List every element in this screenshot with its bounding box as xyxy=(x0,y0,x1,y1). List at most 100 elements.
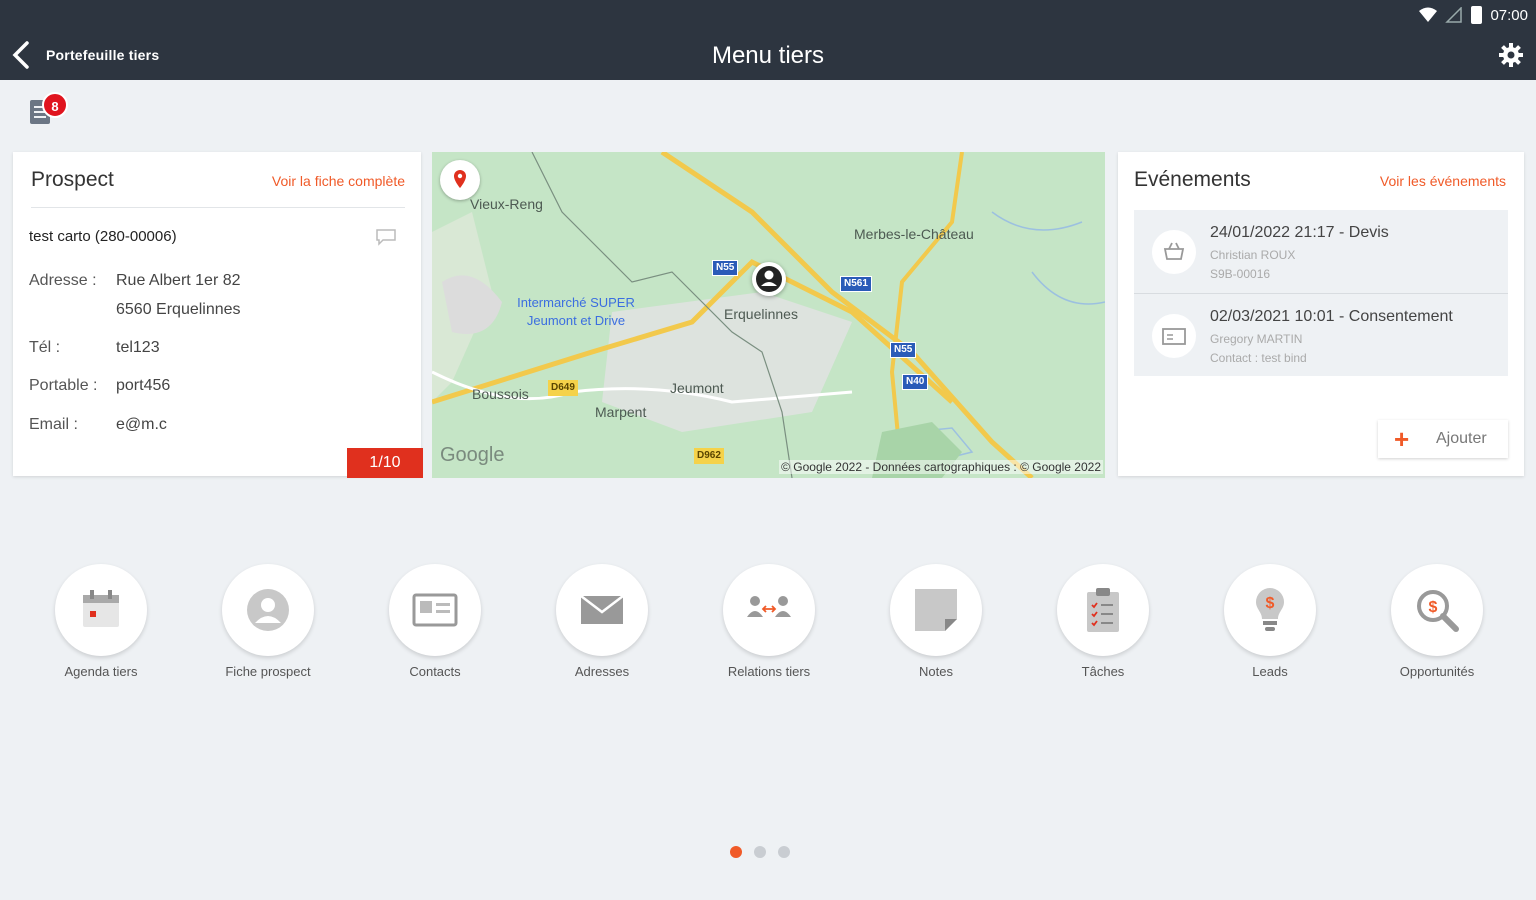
events-heading: Evénements xyxy=(1134,168,1251,191)
email-label: Email : xyxy=(29,416,78,433)
address-label: Adresse : xyxy=(29,272,97,289)
menu-icon-circle: $ xyxy=(1391,564,1483,656)
tel-row: Tél : tel123 xyxy=(29,339,160,357)
menu-label: Relations tiers xyxy=(727,664,811,679)
menu-item-relations[interactable]: Relations tiers xyxy=(704,562,834,682)
map-pin-icon xyxy=(454,170,466,188)
menu-icon-circle xyxy=(556,564,648,656)
message-icon[interactable] xyxy=(375,228,397,246)
address-row: Adresse : Rue Albert 1er 82 xyxy=(29,272,241,290)
battery-icon xyxy=(1471,6,1483,24)
cell-signal-icon xyxy=(1445,7,1463,23)
events-list: 24/01/2022 21:17 - Devis Christian ROUX … xyxy=(1134,210,1508,376)
add-event-label: Ajouter xyxy=(1436,430,1487,447)
location-marker[interactable] xyxy=(752,262,786,296)
road-shield: N40 xyxy=(902,374,929,390)
page-title: Menu tiers xyxy=(711,42,825,69)
prospect-card-header: Prospect Voir la fiche complète xyxy=(31,168,405,208)
person-icon xyxy=(247,589,289,631)
address-line2: 6560 Erquelinnes xyxy=(116,301,241,318)
tel-label: Tél : xyxy=(29,339,61,356)
address-line1: Rue Albert 1er 82 xyxy=(116,272,241,289)
menu-icon-circle: $ xyxy=(1224,564,1316,656)
envelope-icon xyxy=(580,595,624,624)
menu-item-fiche-prospect[interactable]: Fiche prospect xyxy=(203,562,333,682)
menu-label: Fiche prospect xyxy=(225,664,311,679)
view-full-record-link[interactable]: Voir la fiche complète xyxy=(272,173,405,189)
event-icon-circle xyxy=(1152,230,1196,274)
prospect-name: test carto (280-00006) xyxy=(29,228,177,245)
map-label-merbes: Merbes-le-Château xyxy=(854,226,974,242)
svg-text:$: $ xyxy=(1266,595,1275,612)
menu-icon-circle xyxy=(55,564,147,656)
google-logo: Google xyxy=(440,444,505,466)
map-view[interactable]: Vieux-Reng Merbes-le-Château Erquelinnes… xyxy=(432,152,1105,478)
wifi-icon xyxy=(1419,7,1438,22)
event-person: Christian ROUX xyxy=(1210,248,1296,262)
id-card-icon xyxy=(1162,328,1186,345)
menu-icon-circle xyxy=(1057,564,1149,656)
event-person: Gregory MARTIN xyxy=(1210,332,1303,346)
road-shield: N55 xyxy=(712,260,739,276)
menu-label: Contacts xyxy=(409,664,461,679)
page-indicator xyxy=(730,846,790,858)
gear-icon[interactable] xyxy=(1498,42,1524,68)
calendar-icon xyxy=(83,590,119,627)
status-bar: 07:00 xyxy=(1419,6,1528,24)
relations-icon xyxy=(747,596,791,617)
mobile-value[interactable]: port456 xyxy=(116,377,170,394)
map-label-vieux-reng: Vieux-Reng xyxy=(470,196,543,212)
notifications-button[interactable]: 8 xyxy=(28,92,78,132)
menu-item-taches[interactable]: Tâches xyxy=(1038,562,1168,682)
road-shield: D649 xyxy=(548,380,578,396)
menu-label: Notes xyxy=(919,664,953,679)
add-event-button[interactable]: + Ajouter xyxy=(1378,420,1508,458)
event-reference: Contact : test bind xyxy=(1210,351,1307,365)
map-label-boussois: Boussois xyxy=(472,386,529,402)
status-time: 07:00 xyxy=(1490,6,1528,24)
map-copyright: © Google 2022 - Données cartographiques … xyxy=(779,460,1103,474)
note-icon xyxy=(915,589,957,631)
magnifier-dollar-icon: $ xyxy=(1417,590,1459,632)
mobile-row: Portable : port456 xyxy=(29,377,170,395)
notification-badge: 8 xyxy=(42,92,68,118)
view-events-link[interactable]: Voir les événements xyxy=(1380,173,1506,189)
menu-item-leads[interactable]: $ Leads xyxy=(1205,562,1335,682)
clipboard-icon xyxy=(1087,588,1119,632)
event-title: 02/03/2021 10:01 - Consentement xyxy=(1210,308,1453,325)
page-dot[interactable] xyxy=(730,846,742,858)
record-pager: 1/10 xyxy=(347,448,423,478)
tel-value[interactable]: tel123 xyxy=(116,339,160,356)
svg-text:$: $ xyxy=(1429,599,1438,616)
map-label-marpent: Marpent xyxy=(595,404,647,420)
event-reference: S9B-00016 xyxy=(1210,267,1271,281)
menu-icon-circle xyxy=(389,564,481,656)
menu-item-notes[interactable]: Notes xyxy=(871,562,1001,682)
menu-item-opportunites[interactable]: $ Opportunités xyxy=(1372,562,1502,682)
menu-item-agenda[interactable]: Agenda tiers xyxy=(36,562,166,682)
event-icon-circle xyxy=(1152,314,1196,358)
menu-label: Opportunités xyxy=(1399,664,1475,679)
menu-icon-circle xyxy=(723,564,815,656)
page-dot[interactable] xyxy=(754,846,766,858)
road-shield: N561 xyxy=(840,276,872,292)
email-value[interactable]: e@m.c xyxy=(116,416,167,433)
page-dot[interactable] xyxy=(778,846,790,858)
menu-label: Tâches xyxy=(1081,664,1125,679)
road-shield: N55 xyxy=(890,342,917,358)
app-header: 07:00 Portefeuille tiers Menu tiers xyxy=(0,0,1536,80)
menu-label: Adresses xyxy=(574,664,630,679)
list-item[interactable]: 02/03/2021 10:01 - Consentement Gregory … xyxy=(1134,293,1508,376)
list-item[interactable]: 24/01/2022 21:17 - Devis Christian ROUX … xyxy=(1134,210,1508,293)
menu-item-adresses[interactable]: Adresses xyxy=(537,562,667,682)
events-card: Evénements Voir les événements 24/01/202… xyxy=(1118,152,1524,476)
map-layers-button[interactable] xyxy=(440,160,480,200)
map-poi-intermarche[interactable]: Intermarché SUPER Jeumont et Drive xyxy=(500,294,652,330)
person-marker-icon xyxy=(756,266,782,292)
prospect-heading: Prospect xyxy=(31,168,114,191)
menu-item-contacts[interactable]: Contacts xyxy=(370,562,500,682)
menu-icon-circle xyxy=(890,564,982,656)
email-row: Email : e@m.c xyxy=(29,416,167,434)
lightbulb-icon: $ xyxy=(1256,588,1284,631)
event-title: 24/01/2022 21:17 - Devis xyxy=(1210,224,1389,241)
